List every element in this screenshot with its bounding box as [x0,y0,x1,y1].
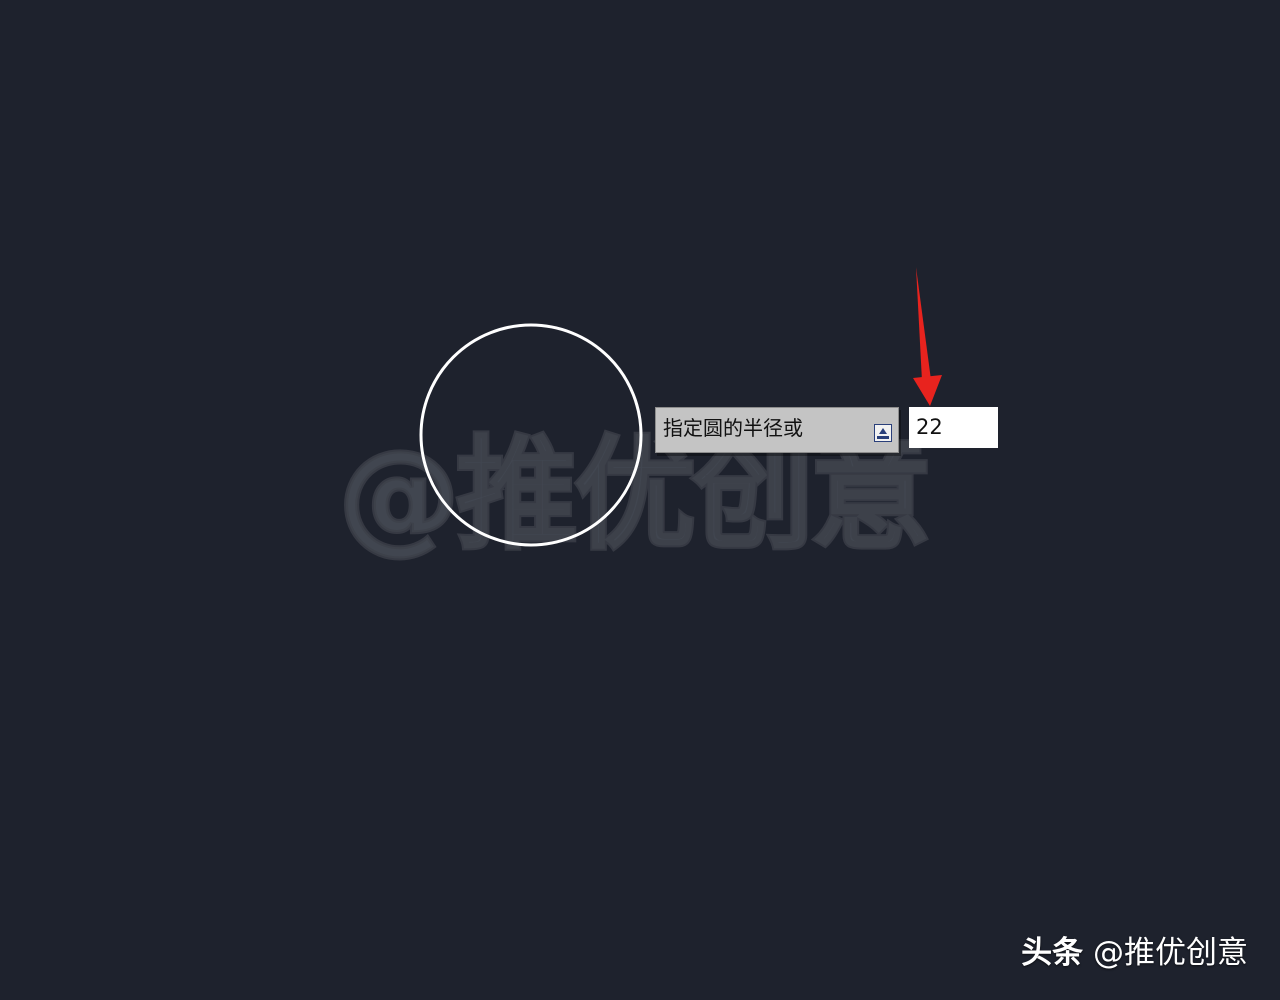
footer-watermark: 头条 @推优创意 [1021,930,1248,976]
prompt-label: 指定圆的半径或 [663,416,803,440]
drawn-circle[interactable] [419,323,643,547]
arrow-down-icon[interactable] [874,424,892,442]
drawing-canvas[interactable]: @推优创意 指定圆的半径或 头条 @推优创意 [0,0,1280,1000]
footer-brand: 头条 [1021,935,1084,971]
footer-handle: @推优创意 [1093,935,1248,971]
annotation-arrow-icon [913,267,942,406]
radius-input[interactable] [909,407,998,448]
command-prompt-tooltip: 指定圆的半径或 [655,407,899,453]
drawing-layer [419,267,942,547]
